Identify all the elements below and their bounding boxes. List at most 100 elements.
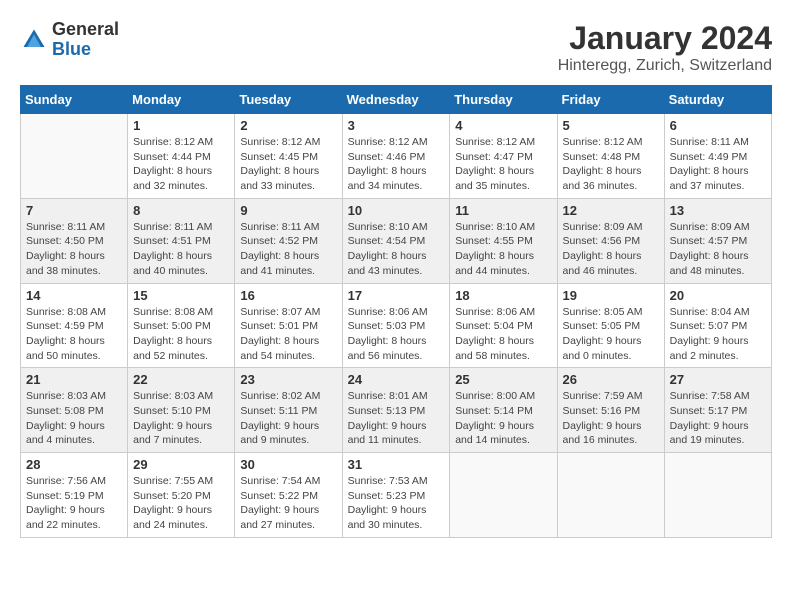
calendar-cell: 13 Sunrise: 8:09 AMSunset: 4:57 PMDayligh… [664,198,771,283]
day-info: Sunrise: 8:00 AMSunset: 5:14 PMDaylight:… [455,389,551,448]
day-info: Sunrise: 7:58 AMSunset: 5:17 PMDaylight:… [670,389,766,448]
calendar-cell: 18Sunrise: 8:06 AMSunset: 5:04 PMDayligh… [450,283,557,368]
day-number: 28 [26,457,122,472]
header-tuesday: Tuesday [235,86,342,114]
calendar-cell: 20 Sunrise: 8:04 AMSunset: 5:07 PMDayligh… [664,283,771,368]
day-number: 14 [26,288,122,303]
calendar-cell [450,453,557,538]
header-friday: Friday [557,86,664,114]
day-number: 31 [348,457,445,472]
day-info: Sunrise: 8:12 AMSunset: 4:47 PMDaylight:… [455,135,551,194]
day-info: Sunrise: 8:12 AMSunset: 4:45 PMDaylight:… [240,135,336,194]
day-info: Sunrise: 8:12 AMSunset: 4:48 PMDaylight:… [563,135,659,194]
header-wednesday: Wednesday [342,86,450,114]
calendar-cell: 8 Sunrise: 8:11 AMSunset: 4:51 PMDaylight… [128,198,235,283]
page-header: General Blue January 2024 Hinteregg, Zur… [20,20,772,75]
calendar-cell [664,453,771,538]
day-number: 11 [455,203,551,218]
day-info: Sunrise: 8:09 AMSunset: 4:56 PMDaylight:… [563,220,659,279]
calendar-cell: 9Sunrise: 8:11 AMSunset: 4:52 PMDaylight… [235,198,342,283]
day-number: 27 [670,372,766,387]
day-info: Sunrise: 7:55 AMSunset: 5:20 PMDaylight:… [133,474,229,533]
calendar-cell: 10Sunrise: 8:10 AMSunset: 4:54 PMDayligh… [342,198,450,283]
day-number: 7 [26,203,122,218]
day-info: Sunrise: 8:11 AMSunset: 4:51 PMDaylight:… [133,220,229,279]
day-info: Sunrise: 7:56 AMSunset: 5:19 PMDaylight:… [26,474,122,533]
day-info: Sunrise: 7:59 AMSunset: 5:16 PMDaylight:… [563,389,659,448]
calendar-week-row: 14Sunrise: 8:08 AMSunset: 4:59 PMDayligh… [21,283,772,368]
day-info: Sunrise: 8:09 AMSunset: 4:57 PMDaylight:… [670,220,766,279]
header-thursday: Thursday [450,86,557,114]
day-number: 21 [26,372,122,387]
logo-blue-text: Blue [52,40,119,60]
calendar-cell: 7 Sunrise: 8:11 AMSunset: 4:50 PMDaylight… [21,198,128,283]
calendar-cell: 17 Sunrise: 8:06 AMSunset: 5:03 PMDayligh… [342,283,450,368]
calendar-cell: 16Sunrise: 8:07 AMSunset: 5:01 PMDayligh… [235,283,342,368]
calendar-cell: 2Sunrise: 8:12 AMSunset: 4:45 PMDaylight… [235,114,342,199]
day-info: Sunrise: 8:01 AMSunset: 5:13 PMDaylight:… [348,389,445,448]
calendar-cell: 22Sunrise: 8:03 AMSunset: 5:10 PMDayligh… [128,368,235,453]
calendar-cell: 6Sunrise: 8:11 AMSunset: 4:49 PMDaylight… [664,114,771,199]
day-number: 1 [133,118,229,133]
day-info: Sunrise: 8:04 AMSunset: 5:07 PMDaylight:… [670,305,766,364]
calendar-week-row: 28 Sunrise: 7:56 AMSunset: 5:19 PMDayligh… [21,453,772,538]
day-info: Sunrise: 8:11 AMSunset: 4:50 PMDaylight:… [26,220,122,279]
calendar-cell: 21 Sunrise: 8:03 AMSunset: 5:08 PMDayligh… [21,368,128,453]
day-info: Sunrise: 8:06 AMSunset: 5:04 PMDaylight:… [455,305,551,364]
calendar-cell: 23 Sunrise: 8:02 AMSunset: 5:11 PMDayligh… [235,368,342,453]
calendar-cell: 15Sunrise: 8:08 AMSunset: 5:00 PMDayligh… [128,283,235,368]
calendar-cell: 11 Sunrise: 8:10 AMSunset: 4:55 PMDayligh… [450,198,557,283]
day-number: 6 [670,118,766,133]
day-number: 4 [455,118,551,133]
calendar-cell: 14Sunrise: 8:08 AMSunset: 4:59 PMDayligh… [21,283,128,368]
calendar-table: SundayMondayTuesdayWednesdayThursdayFrid… [20,85,772,538]
day-number: 19 [563,288,659,303]
day-info: Sunrise: 8:08 AMSunset: 5:00 PMDaylight:… [133,305,229,364]
day-number: 26 [563,372,659,387]
day-number: 17 [348,288,445,303]
day-number: 8 [133,203,229,218]
day-info: Sunrise: 8:10 AMSunset: 4:54 PMDaylight:… [348,220,445,279]
header-saturday: Saturday [664,86,771,114]
calendar-cell: 1 Sunrise: 8:12 AMSunset: 4:44 PMDaylight… [128,114,235,199]
day-number: 5 [563,118,659,133]
calendar-cell: 29 Sunrise: 7:55 AMSunset: 5:20 PMDayligh… [128,453,235,538]
day-number: 13 [670,203,766,218]
calendar-cell: 4 Sunrise: 8:12 AMSunset: 4:47 PMDaylight… [450,114,557,199]
day-number: 12 [563,203,659,218]
calendar-cell [21,114,128,199]
day-number: 23 [240,372,336,387]
page-subtitle: Hinteregg, Zurich, Switzerland [558,57,772,75]
calendar-cell: 5 Sunrise: 8:12 AMSunset: 4:48 PMDaylight… [557,114,664,199]
calendar-cell: 27 Sunrise: 7:58 AMSunset: 5:17 PMDayligh… [664,368,771,453]
day-info: Sunrise: 8:02 AMSunset: 5:11 PMDaylight:… [240,389,336,448]
calendar-cell: 30Sunrise: 7:54 AMSunset: 5:22 PMDayligh… [235,453,342,538]
day-info: Sunrise: 8:12 AMSunset: 4:44 PMDaylight:… [133,135,229,194]
day-info: Sunrise: 8:10 AMSunset: 4:55 PMDaylight:… [455,220,551,279]
day-info: Sunrise: 8:05 AMSunset: 5:05 PMDaylight:… [563,305,659,364]
day-info: Sunrise: 7:54 AMSunset: 5:22 PMDaylight:… [240,474,336,533]
header-sunday: Sunday [21,86,128,114]
logo-general-text: General [52,20,119,40]
day-number: 25 [455,372,551,387]
day-info: Sunrise: 7:53 AMSunset: 5:23 PMDaylight:… [348,474,445,533]
calendar-header-row: SundayMondayTuesdayWednesdayThursdayFrid… [21,86,772,114]
calendar-cell: 26 Sunrise: 7:59 AMSunset: 5:16 PMDayligh… [557,368,664,453]
page-title: January 2024 [558,20,772,57]
day-number: 22 [133,372,229,387]
calendar-cell: 25 Sunrise: 8:00 AMSunset: 5:14 PMDayligh… [450,368,557,453]
day-number: 20 [670,288,766,303]
day-info: Sunrise: 8:12 AMSunset: 4:46 PMDaylight:… [348,135,445,194]
calendar-week-row: 21 Sunrise: 8:03 AMSunset: 5:08 PMDayligh… [21,368,772,453]
logo-icon [20,26,48,54]
day-number: 29 [133,457,229,472]
day-info: Sunrise: 8:07 AMSunset: 5:01 PMDaylight:… [240,305,336,364]
title-block: January 2024 Hinteregg, Zurich, Switzerl… [558,20,772,75]
day-info: Sunrise: 8:06 AMSunset: 5:03 PMDaylight:… [348,305,445,364]
calendar-cell: 24Sunrise: 8:01 AMSunset: 5:13 PMDayligh… [342,368,450,453]
calendar-cell: 12 Sunrise: 8:09 AMSunset: 4:56 PMDayligh… [557,198,664,283]
day-number: 3 [348,118,445,133]
day-info: Sunrise: 8:03 AMSunset: 5:08 PMDaylight:… [26,389,122,448]
calendar-week-row: 7 Sunrise: 8:11 AMSunset: 4:50 PMDaylight… [21,198,772,283]
calendar-week-row: 1 Sunrise: 8:12 AMSunset: 4:44 PMDaylight… [21,114,772,199]
